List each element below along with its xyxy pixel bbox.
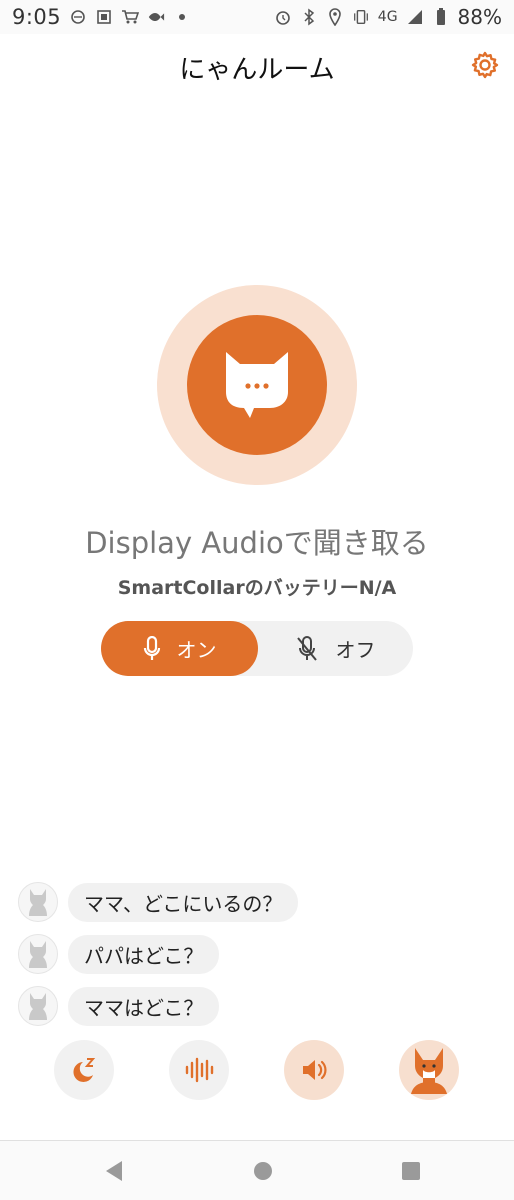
cat-silhouette-icon (29, 889, 47, 916)
speaker-icon (303, 1060, 327, 1080)
speaker-button[interactable] (284, 1040, 344, 1100)
alarm-icon (274, 8, 292, 26)
message-bubble: パパはどこ？ (68, 934, 220, 974)
sleep-button[interactable] (54, 1040, 114, 1100)
cat-circle (187, 315, 327, 455)
page-title: にゃんルーム (179, 55, 335, 85)
toggle-off-button[interactable]: オフ (258, 621, 413, 676)
microphone-off-icon (296, 635, 317, 661)
avatar (18, 934, 58, 974)
toggle-off-label: オフ (335, 638, 376, 662)
fox-avatar-icon (411, 1048, 447, 1094)
collar-battery-text: SmartCollarのバッテリーN/A (117, 577, 397, 599)
action-bar (0, 1040, 514, 1100)
message-bubble: ママ、どこにいるの？ (68, 882, 299, 922)
cat-silhouette-icon (29, 993, 47, 1020)
system-nav-bar (0, 1141, 514, 1200)
mic-toggle: オン オフ (101, 621, 413, 676)
listen-title: Display Audioで聞き取る (85, 526, 429, 560)
app-bar: にゃんルーム (0, 34, 514, 98)
home-circle-icon (254, 1162, 272, 1180)
sound-wave-icon (185, 1057, 214, 1083)
microphone-icon (143, 635, 160, 660)
toggle-on-label: オン (176, 638, 217, 662)
storage-icon (95, 8, 113, 26)
back-triangle-icon (106, 1161, 122, 1181)
vibrate-icon (352, 8, 370, 26)
fox-avatar-button[interactable] (399, 1040, 459, 1100)
dot-icon (173, 8, 191, 26)
bluetooth-icon (300, 8, 318, 26)
chat-message: パパはどこ？ (18, 928, 498, 980)
toggle-on-button[interactable]: オン (101, 621, 258, 676)
recents-square-icon (402, 1162, 420, 1180)
status-bar: 9:05 4G 88% (0, 0, 514, 34)
chat-message: ママ、どこにいるの？ (18, 876, 498, 928)
nav-back-button[interactable] (102, 1159, 126, 1183)
cat-chat-icon (226, 352, 288, 418)
avatar (18, 882, 58, 922)
cat-listen-button[interactable] (157, 285, 357, 485)
chat-message: ママはどこ？ (18, 980, 498, 1032)
avatar (18, 986, 58, 1026)
cart-icon (121, 8, 140, 26)
settings-button[interactable] (470, 50, 500, 80)
message-bubble: ママはどこ？ (68, 986, 220, 1026)
sleep-moon-icon (73, 1058, 96, 1082)
battery-percent: 88% (457, 5, 502, 29)
chat-list: ママ、どこにいるの？ パパはどこ？ ママはどこ？ (18, 876, 498, 1032)
nav-recents-button[interactable] (399, 1159, 423, 1183)
location-icon (326, 8, 344, 26)
gear-icon (471, 51, 499, 79)
nav-home-button[interactable] (251, 1159, 275, 1183)
battery-icon (432, 8, 450, 26)
notification-icon (69, 8, 87, 26)
fish-icon (147, 8, 165, 26)
cat-silhouette-icon (29, 941, 47, 968)
signal-icon (406, 8, 424, 26)
status-time: 9:05 (12, 5, 62, 29)
network-type: 4G (377, 9, 398, 25)
sound-wave-button[interactable] (169, 1040, 229, 1100)
